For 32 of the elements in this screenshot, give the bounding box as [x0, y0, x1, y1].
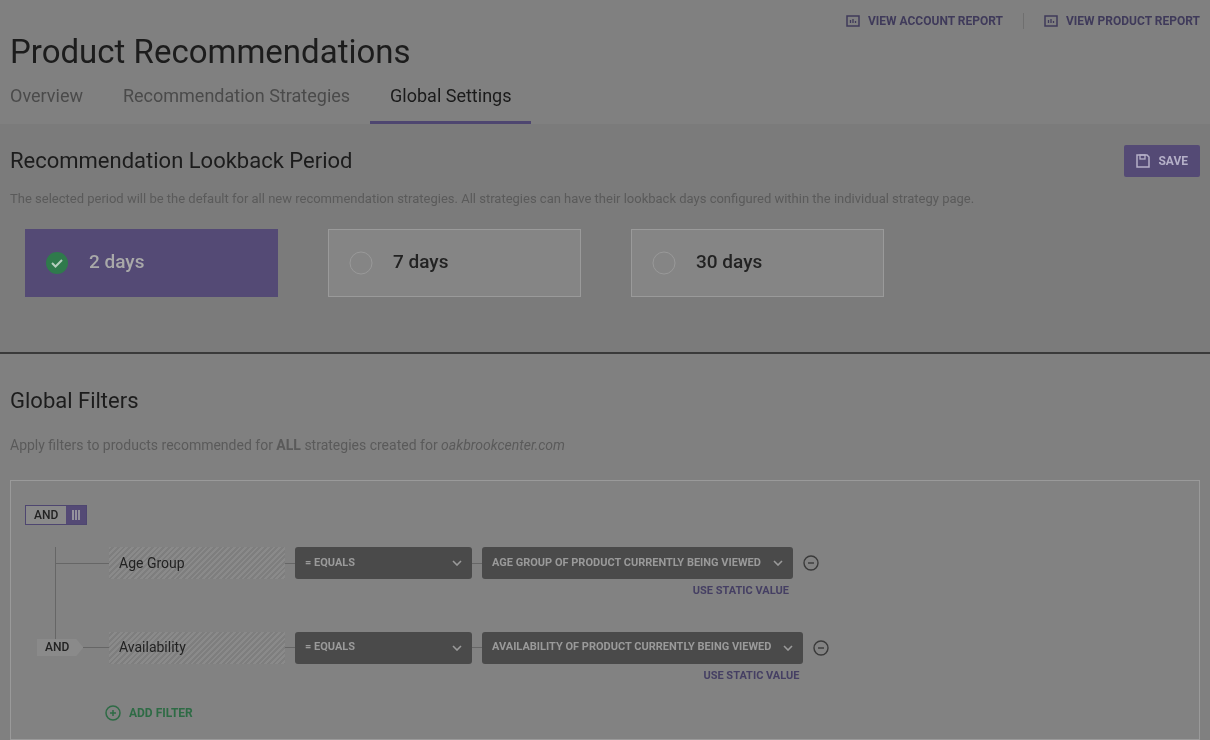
chevron-down-icon	[772, 560, 783, 566]
report-link[interactable]: VIEW ACCOUNT REPORT	[845, 12, 1003, 30]
operator-dropdown[interactable]: = EQUALS	[295, 631, 472, 664]
operator-dropdown[interactable]: = EQUALS	[295, 547, 472, 579]
plus-circle-icon	[105, 705, 121, 721]
section-heading: Recommendation Lookback Period	[10, 147, 353, 175]
report-icon	[1044, 15, 1058, 27]
report-link[interactable]: VIEW PRODUCT REPORT	[1044, 12, 1200, 30]
period-option[interactable]: 7 days	[328, 228, 581, 297]
remove-icon[interactable]	[813, 639, 830, 656]
report-icon	[845, 15, 860, 27]
period-option[interactable]: 2 days	[25, 228, 278, 297]
connector-label: AND	[37, 639, 84, 656]
save-button[interactable]: SAVE	[1124, 144, 1200, 177]
period-option[interactable]: 30 days	[631, 228, 884, 297]
check-circle-icon	[45, 250, 69, 275]
field-name: Age Group	[109, 547, 285, 579]
page-title: Product Recommendations	[10, 32, 411, 72]
section-heading: Global Filters	[10, 387, 140, 415]
save-icon	[1136, 153, 1151, 168]
chevron-down-icon	[783, 644, 794, 651]
bars-icon[interactable]	[66, 506, 87, 524]
value-dropdown[interactable]: AGE GROUP OF PRODUCT CURRENTLY BEING VIEWED	[482, 547, 793, 579]
static-value-link[interactable]: USE STATIC VALUE	[703, 667, 800, 684]
chevron-down-icon	[452, 560, 462, 566]
static-value-link[interactable]: USE STATIC VALUE	[692, 583, 789, 600]
value-dropdown[interactable]: AVAILABILITY OF PRODUCT CURRENTLY BEING VIEWED	[482, 631, 804, 664]
remove-icon[interactable]	[802, 555, 819, 571]
field-name: Availability	[109, 631, 285, 664]
operator-toggle[interactable]: AND	[26, 506, 67, 524]
chevron-down-icon	[452, 644, 462, 651]
add-filter-button[interactable]: ADD FILTER	[105, 704, 193, 722]
